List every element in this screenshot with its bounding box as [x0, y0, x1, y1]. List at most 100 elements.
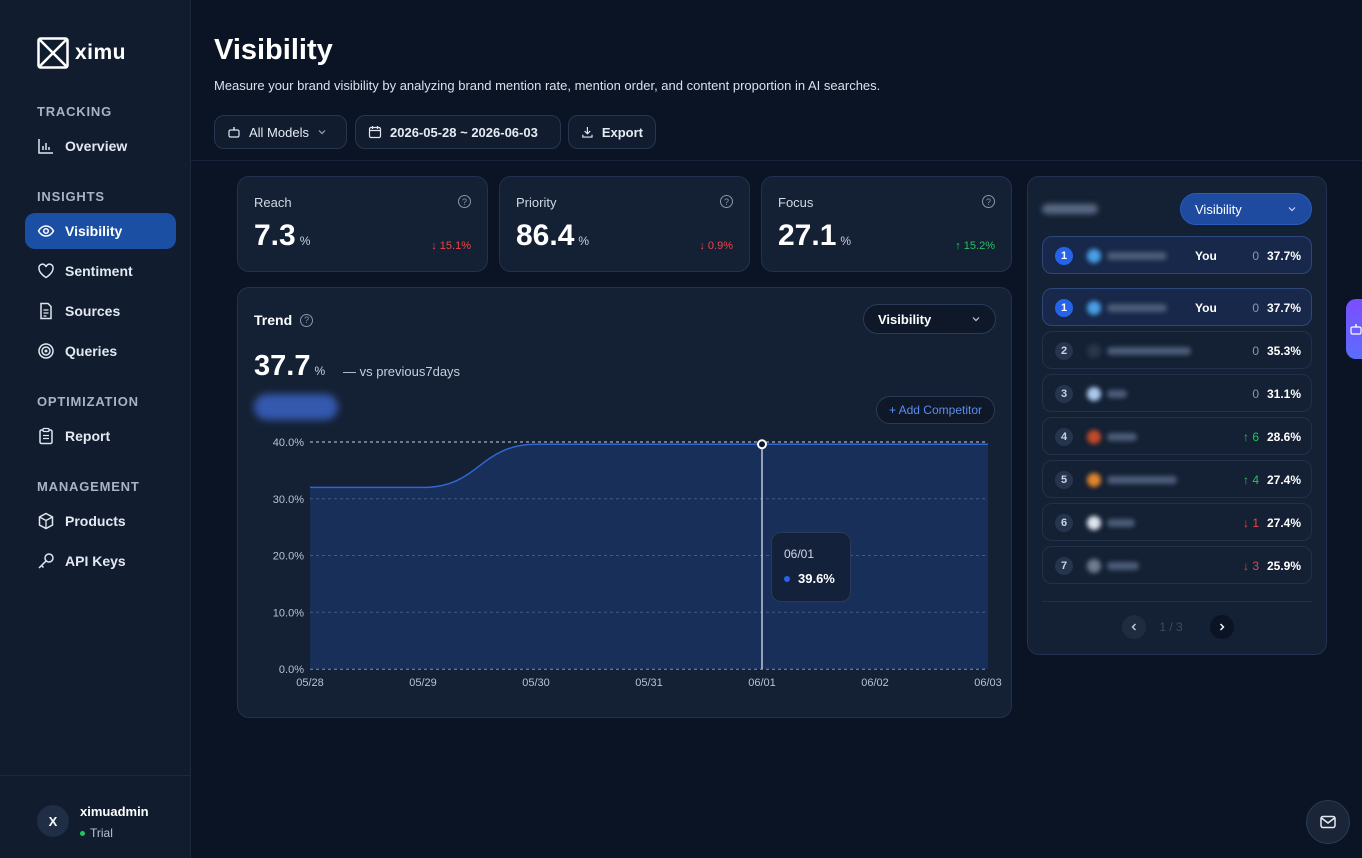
sidebar-item-sentiment[interactable]: Sentiment	[25, 253, 176, 289]
ranking-row[interactable]: 6 ↓ 1 27.4%	[1042, 503, 1312, 541]
mail-button[interactable]	[1306, 800, 1350, 844]
sidebar-item-label: Sentiment	[65, 263, 133, 279]
ranking-row[interactable]: 1 You 0 37.7%	[1042, 288, 1312, 326]
brand-icon	[1087, 430, 1101, 444]
ranking-row[interactable]: 2 0 35.3%	[1042, 331, 1312, 369]
y-tick-label: 0.0%	[279, 664, 304, 676]
brand-icon	[1087, 301, 1101, 315]
tooltip-series-dot	[784, 576, 790, 582]
ranking-metric-select-label: Visibility	[1195, 201, 1242, 217]
x-tick-label: 05/29	[409, 677, 437, 689]
assistant-side-tab[interactable]	[1346, 299, 1362, 359]
mail-icon	[1320, 815, 1336, 829]
export-button[interactable]: Export	[568, 115, 656, 149]
user-block[interactable]: X ximuadmin Trial	[0, 775, 191, 858]
clipboard-icon	[39, 427, 53, 445]
sidebar-item-overview[interactable]: Overview	[25, 128, 176, 164]
rank-badge: 3	[1055, 385, 1073, 403]
brand-icon	[1087, 516, 1101, 530]
chevron-down-icon	[1288, 207, 1296, 212]
sidebar-item-sources[interactable]: Sources	[25, 293, 176, 329]
rank-delta: ↓ 3	[1242, 559, 1259, 573]
sidebar-item-label: Visibility	[65, 223, 123, 239]
x-tick-label: 05/31	[635, 677, 663, 689]
metric-label: Reach	[254, 195, 292, 210]
rank-delta: 0	[1252, 249, 1259, 263]
rank-badge: 6	[1055, 514, 1073, 532]
sidebar-item-label: Sources	[65, 303, 121, 319]
user-plan-label: Trial	[90, 826, 113, 840]
sidebar-item-queries[interactable]: Queries	[25, 333, 176, 369]
brand-icon	[1087, 249, 1101, 263]
ranking-row[interactable]: 7 ↓ 3 25.9%	[1042, 546, 1312, 584]
sidebar-item-report[interactable]: Report	[25, 418, 176, 454]
logo[interactable]: ximu	[37, 37, 126, 69]
page-title: Visibility	[214, 34, 333, 66]
sidebar-item-products[interactable]: Products	[25, 503, 176, 539]
date-range-picker[interactable]: 2026-05-28 ~ 2026-06-03	[355, 115, 561, 149]
metric-value: 86.4%	[516, 219, 589, 253]
rank-badge: 5	[1055, 471, 1073, 489]
heart-icon	[38, 263, 54, 279]
export-label: Export	[601, 124, 643, 140]
metric-card-focus: Focus ? 27.1% ↑ 15.2%	[761, 176, 1012, 272]
help-icon[interactable]: ?	[720, 195, 733, 208]
section-label-management: MANAGEMENT	[37, 479, 140, 494]
y-tick-label: 20.0%	[273, 551, 304, 563]
brand-name-blurred	[1107, 347, 1191, 355]
chevron-left-icon	[1131, 623, 1136, 631]
ranking-metric-select[interactable]: Visibility	[1180, 193, 1312, 225]
y-tick-label: 10.0%	[273, 607, 304, 619]
document-icon	[40, 302, 52, 320]
ranking-row[interactable]: 5 ↑ 4 27.4%	[1042, 460, 1312, 498]
help-icon[interactable]: ?	[458, 195, 471, 208]
sidebar-item-label: Overview	[65, 138, 128, 154]
rank-delta: ↑ 6	[1242, 430, 1259, 444]
metric-card-priority: Priority ? 86.4% ↓ 0.9%	[499, 176, 750, 272]
x-tick-label: 06/01	[748, 677, 776, 689]
user-name: ximuadmin	[80, 804, 149, 819]
sidebar: ximu TRACKING Overview INSIGHTS Visibili…	[0, 0, 191, 858]
date-range-label: 2026-05-28 ~ 2026-06-03	[390, 124, 538, 140]
ranking-row[interactable]: 4 ↑ 6 28.6%	[1042, 417, 1312, 455]
chevron-right-icon	[1220, 623, 1225, 631]
brand-name-blurred	[1107, 476, 1177, 484]
rank-value: 25.9%	[1266, 559, 1301, 573]
ranking-row[interactable]: 1 You 0 37.7%	[1042, 236, 1312, 274]
trend-chart: 0.0% 10.0% 20.0% 30.0% 40.0% 05/28 05/29 05/30…	[273, 437, 1002, 689]
trend-card: Trend ? Visibility 37.7% — vs previous7d…	[237, 287, 1012, 718]
rank-value: 35.3%	[1266, 344, 1301, 358]
status-dot-icon	[80, 830, 85, 836]
user-plan: Trial	[80, 826, 113, 840]
rank-value: 28.6%	[1266, 430, 1301, 444]
brand-icon	[1087, 559, 1101, 573]
rank-delta: ↑ 4	[1242, 473, 1259, 487]
y-tick-label: 40.0%	[273, 437, 304, 449]
ximu-logo-icon	[37, 37, 69, 69]
rank-delta: 0	[1252, 301, 1259, 315]
rank-badge: 7	[1055, 557, 1073, 575]
logo-text: ximu	[75, 41, 127, 64]
sidebar-item-label: API Keys	[65, 553, 126, 569]
rank-value: 37.7%	[1266, 301, 1301, 315]
section-label-insights: INSIGHTS	[37, 189, 105, 204]
help-icon[interactable]: ?	[982, 195, 995, 208]
brand-icon	[1087, 344, 1101, 358]
model-filter-dropdown[interactable]: All Models	[214, 115, 347, 149]
rank-delta: 0	[1252, 344, 1259, 358]
avatar[interactable]: X	[37, 805, 69, 837]
sidebar-item-api-keys[interactable]: API Keys	[25, 543, 176, 579]
brand-name-blurred	[1107, 252, 1167, 260]
sidebar-item-visibility[interactable]: Visibility	[25, 213, 176, 249]
brand-icon	[1087, 473, 1101, 487]
metric-value: 27.1%	[778, 219, 851, 253]
rank-badge: 1	[1055, 247, 1073, 265]
next-page-button[interactable]	[1210, 615, 1234, 639]
ranking-row[interactable]: 3 0 31.1%	[1042, 374, 1312, 412]
highlight-point[interactable]	[757, 439, 767, 450]
sidebar-item-label: Queries	[65, 343, 118, 359]
tooltip-value: 39.6%	[798, 571, 835, 586]
prev-page-button[interactable]	[1122, 615, 1146, 639]
brand-name-blurred	[1107, 519, 1135, 527]
area-fill	[310, 444, 988, 669]
